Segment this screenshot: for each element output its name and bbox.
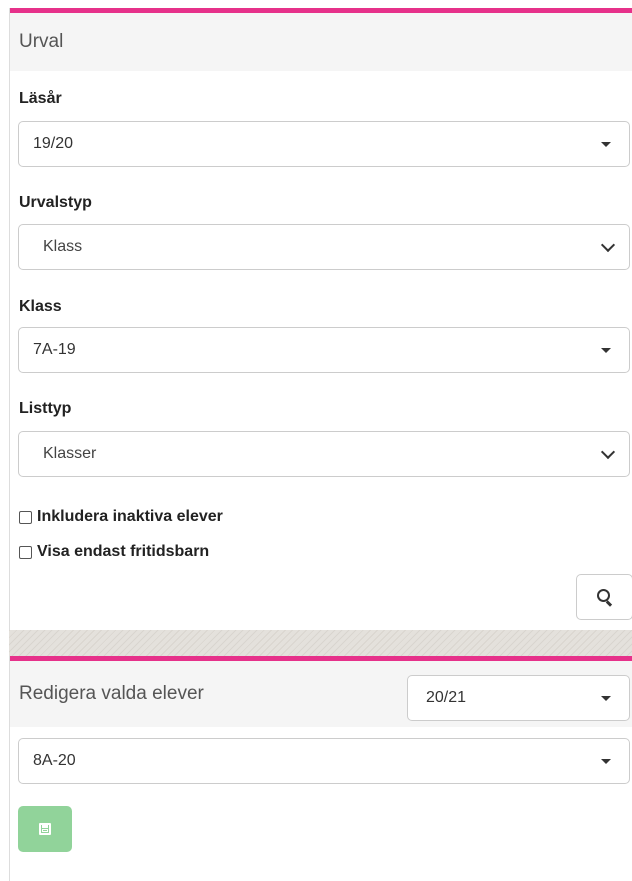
class-value: 7A-19	[33, 341, 76, 358]
list-type-select[interactable]: Klasser	[18, 431, 630, 477]
caret-down-icon	[601, 758, 611, 764]
only-afterschool-label: Visa endast fritidsbarn	[37, 543, 210, 560]
selection-type-value: Klass	[43, 238, 83, 255]
search-icon	[596, 589, 613, 607]
caret-down-icon	[601, 695, 611, 701]
only-afterschool-checkbox[interactable]	[19, 545, 32, 559]
edit-panel-heading: Redigera valda elever 20/21	[10, 661, 632, 727]
search-button[interactable]	[576, 574, 632, 620]
target-class-select[interactable]: 8A-20	[18, 738, 630, 784]
floppy-disk-icon	[39, 823, 51, 835]
target-school-year-select[interactable]: 20/21	[407, 675, 630, 721]
include-inactive-row[interactable]: Inkludera inaktiva elever	[19, 508, 223, 526]
list-type-value: Klasser	[43, 445, 97, 462]
caret-down-icon	[601, 141, 611, 147]
selection-type-label: Urvalstyp	[19, 194, 92, 211]
school-year-value: 19/20	[33, 135, 74, 152]
edit-panel-title: Redigera valda elever	[19, 683, 204, 704]
target-school-year-value: 20/21	[426, 689, 467, 706]
include-inactive-checkbox[interactable]	[19, 510, 32, 524]
save-button[interactable]	[18, 806, 72, 852]
caret-down-icon	[601, 347, 611, 353]
chevron-down-icon	[600, 237, 616, 252]
target-class-value: 8A-20	[33, 752, 76, 769]
panel-divider	[9, 630, 632, 657]
chevron-down-icon	[600, 444, 616, 459]
class-select[interactable]: 7A-19	[18, 327, 630, 373]
school-year-select[interactable]: 19/20	[18, 121, 630, 167]
selection-panel-heading: Urval	[10, 13, 632, 71]
list-type-label: Listtyp	[19, 400, 72, 417]
selection-panel-title: Urval	[19, 31, 64, 52]
selection-panel: Urval Läsår 19/20 Urvalstyp Klass Klass …	[9, 8, 632, 630]
school-year-label: Läsår	[19, 90, 62, 107]
selection-type-select[interactable]: Klass	[18, 224, 630, 270]
class-label: Klass	[19, 298, 62, 315]
only-afterschool-row[interactable]: Visa endast fritidsbarn	[19, 543, 209, 561]
include-inactive-label: Inkludera inaktiva elever	[37, 508, 223, 525]
edit-panel: Redigera valda elever 20/21 8A-20	[9, 656, 632, 881]
